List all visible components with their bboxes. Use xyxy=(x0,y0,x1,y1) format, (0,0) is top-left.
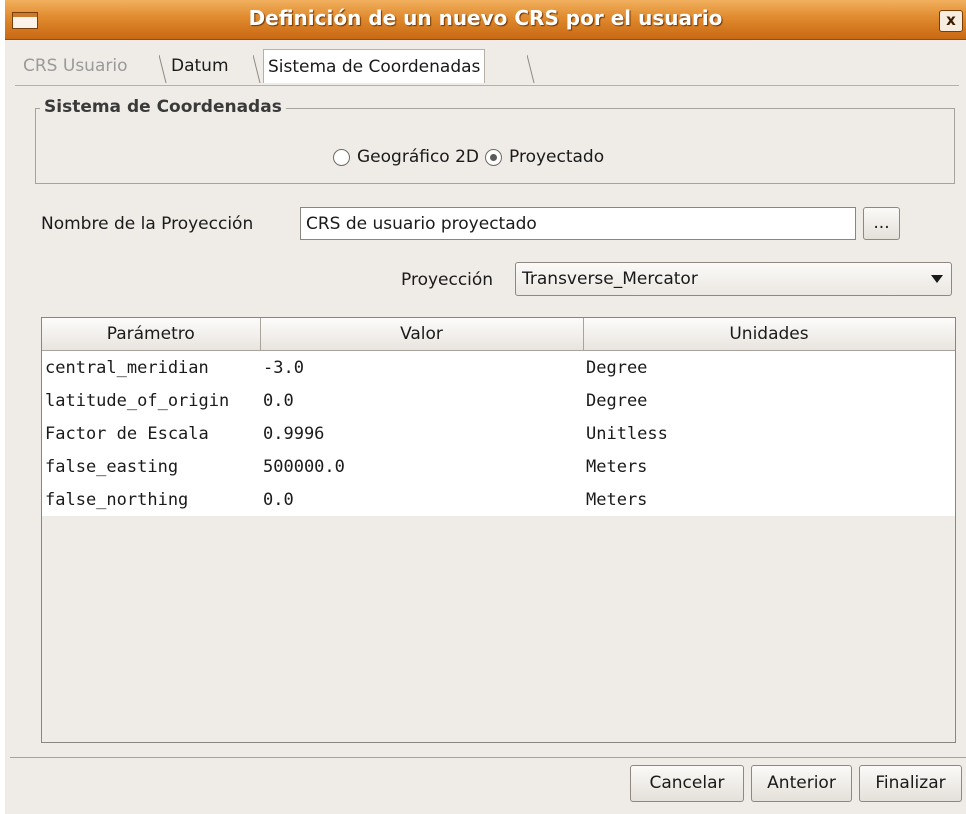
tab-underline xyxy=(15,85,959,86)
close-button[interactable]: x xyxy=(939,10,963,32)
browse-button[interactable]: ... xyxy=(863,207,900,240)
column-header-valor[interactable]: Valor xyxy=(260,318,584,351)
parameters-table: Parámetro Valor Unidades central_meridia… xyxy=(41,317,956,743)
table-cell[interactable]: Factor de Escala xyxy=(42,417,260,450)
projection-name-label: Nombre de la Proyección xyxy=(41,214,254,234)
table-cell[interactable]: Degree xyxy=(583,350,955,384)
tab-separator-icon xyxy=(253,54,261,83)
radio-proyectado[interactable] xyxy=(485,148,502,166)
table-cell[interactable]: false_easting xyxy=(42,450,260,483)
radio-proyectado-label[interactable]: Proyectado xyxy=(509,147,604,167)
tab-sistema-de-coordenadas[interactable]: Sistema de Coordenadas xyxy=(263,49,486,83)
tab-separator-icon xyxy=(159,54,167,83)
table-cell[interactable]: false_northing xyxy=(42,483,260,516)
previous-button[interactable]: Anterior xyxy=(751,765,852,802)
table-row[interactable]: central_meridian -3.0 Degree xyxy=(42,350,955,384)
table-cell[interactable]: 0.0 xyxy=(260,483,583,516)
table-row[interactable]: latitude_of_origin 0.0 Degree xyxy=(42,384,955,417)
table-cell[interactable]: latitude_of_origin xyxy=(42,384,260,417)
table-row[interactable]: false_easting 500000.0 Meters xyxy=(42,450,955,483)
chevron-down-icon[interactable] xyxy=(931,275,943,283)
table-cell[interactable]: Degree xyxy=(583,384,955,417)
table-cell[interactable]: central_meridian xyxy=(42,350,260,384)
finish-button[interactable]: Finalizar xyxy=(859,765,962,802)
table-cell[interactable]: Unitless xyxy=(583,417,955,450)
crs-dialog-window: Definición de un nuevo CRS por el usuari… xyxy=(5,0,966,814)
group-title: Sistema de Coordenadas xyxy=(40,97,286,117)
table-cell[interactable]: 0.9996 xyxy=(260,417,583,450)
projection-name-input[interactable] xyxy=(300,207,856,240)
table-cell[interactable]: 0.0 xyxy=(260,384,583,417)
table-row[interactable]: Factor de Escala 0.9996 Unitless xyxy=(42,417,955,450)
table-cell[interactable]: Meters xyxy=(583,450,955,483)
column-header-unidades[interactable]: Unidades xyxy=(583,318,955,351)
projection-label: Proyección xyxy=(401,270,494,290)
projection-select-value: Transverse_Mercator xyxy=(522,269,698,289)
table-cell[interactable]: -3.0 xyxy=(260,350,583,384)
radio-geografico-2d[interactable] xyxy=(333,148,350,166)
coordinate-type-radios: Geográfico 2D Proyectado xyxy=(333,145,610,169)
radio-geografico-2d-label[interactable]: Geográfico 2D xyxy=(357,147,479,167)
table-cell[interactable]: 500000.0 xyxy=(260,450,583,483)
tab-crs-usuario[interactable]: CRS Usuario xyxy=(23,49,127,83)
window-title: Definición de un nuevo CRS por el usuari… xyxy=(248,6,723,30)
table-header-row: Parámetro Valor Unidades xyxy=(42,318,955,351)
table-cell[interactable]: Meters xyxy=(583,483,955,516)
cancel-button[interactable]: Cancelar xyxy=(630,765,744,802)
title-bar[interactable]: Definición de un nuevo CRS por el usuari… xyxy=(5,0,966,40)
table-row[interactable]: false_northing 0.0 Meters xyxy=(42,483,955,516)
tab-separator-icon xyxy=(527,54,535,83)
tab-datum[interactable]: Datum xyxy=(171,49,229,83)
projection-select[interactable]: Transverse_Mercator xyxy=(515,262,952,296)
footer-divider xyxy=(10,757,966,758)
column-header-parametro[interactable]: Parámetro xyxy=(42,318,261,351)
